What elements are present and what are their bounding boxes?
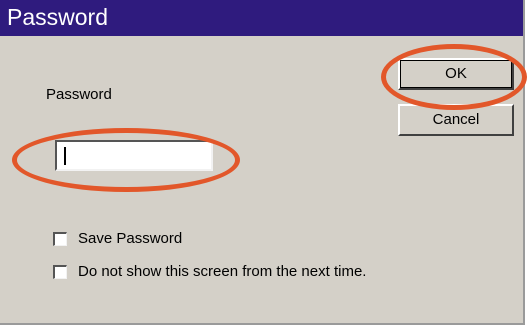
password-dialog: Password Password OK Cancel Save Passwor…: [0, 0, 525, 325]
window-title: Password: [7, 4, 108, 30]
ok-button[interactable]: OK: [398, 58, 514, 90]
dont-show-option[interactable]: Do not show this screen from the next ti…: [53, 263, 366, 280]
cancel-button[interactable]: Cancel: [398, 104, 514, 136]
password-input[interactable]: [55, 140, 213, 171]
save-password-option[interactable]: Save Password: [53, 230, 182, 247]
dont-show-checkbox[interactable]: [53, 264, 67, 279]
password-label: Password: [46, 86, 112, 103]
text-caret: [64, 147, 66, 165]
dont-show-label: Do not show this screen from the next ti…: [78, 263, 367, 280]
save-password-checkbox[interactable]: [53, 231, 67, 246]
title-bar[interactable]: Password: [0, 0, 523, 36]
save-password-label: Save Password: [78, 230, 183, 247]
